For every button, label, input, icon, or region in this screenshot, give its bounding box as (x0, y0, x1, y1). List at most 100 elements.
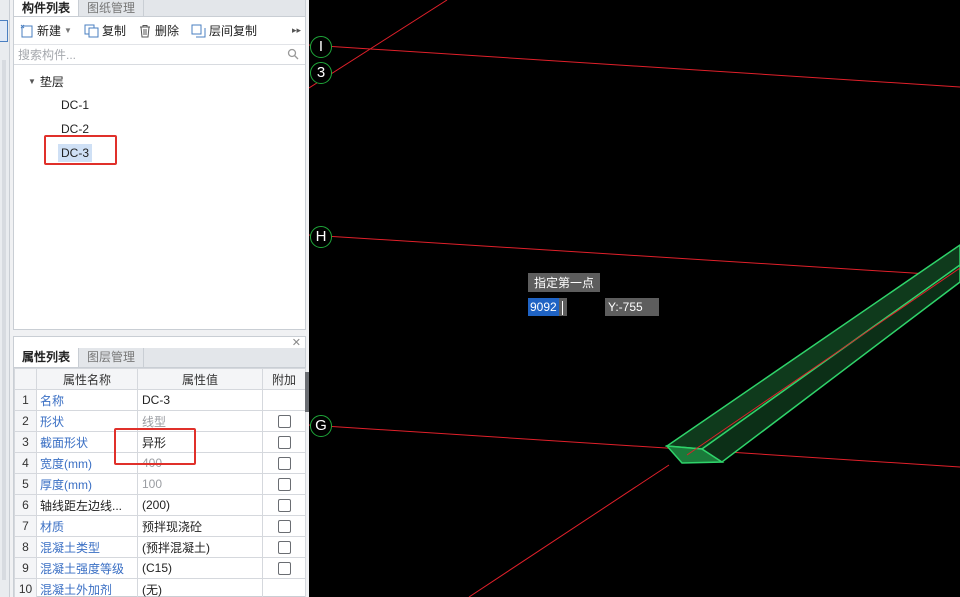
row-extra (262, 578, 306, 597)
row-num: 5 (14, 473, 37, 495)
table-row[interactable]: 8 混凝土类型 (预拌混凝土) (14, 536, 306, 558)
axis-label-h: H (310, 226, 332, 248)
cushion-element[interactable] (664, 244, 960, 464)
checkbox[interactable] (277, 499, 291, 513)
dock-tab[interactable] (0, 20, 8, 42)
delete-label: 删除 (154, 24, 179, 38)
checkbox[interactable] (277, 520, 291, 534)
row-extra (262, 515, 306, 537)
floor-copy-icon (191, 24, 206, 37)
axis-label-g: G (310, 415, 332, 437)
floor-copy-button[interactable]: 层间复制 (191, 22, 257, 39)
dock-bar (2, 60, 6, 580)
tab-property-list[interactable]: 属性列表 (14, 348, 80, 367)
component-list-pane: 构件列表 图纸管理 新建 ▼ 复制 删除 层间复制 ▸▸ 搜索构件... ▼ 垫… (13, 0, 306, 330)
cad-viewport[interactable]: I 3 H G 指定第一点 9092 Y:-755 (309, 0, 960, 597)
copy-label: 复制 (101, 24, 126, 38)
row-value[interactable]: DC-3 (137, 389, 263, 411)
property-list-pane: ✕ 属性列表 图层管理 属性名称 属性值 附加 1 名称 DC-3 2 形状 线… (13, 336, 306, 597)
component-toolbar: 新建 ▼ 复制 删除 层间复制 ▸▸ (14, 17, 305, 45)
tree-node-label: 垫层 (39, 74, 64, 89)
axis-label-i: I (310, 36, 332, 58)
row-extra (262, 536, 306, 558)
row-extra (262, 452, 306, 474)
row-name: 轴线距左边线... (36, 494, 138, 516)
row-num: 4 (14, 452, 37, 474)
row-value[interactable]: 预拌现浇砼 (137, 515, 263, 537)
row-extra (262, 473, 306, 495)
row-num: 8 (14, 536, 37, 558)
row-name: 材质 (36, 515, 138, 537)
table-row[interactable]: 10 混凝土外加剂 (无) (14, 578, 306, 597)
tab-drawing-management[interactable]: 图纸管理 (79, 0, 145, 16)
row-value[interactable]: 100 (137, 473, 263, 495)
delete-button[interactable]: 删除 (138, 22, 179, 39)
table-row[interactable]: 5 厚度(mm) 100 (14, 473, 306, 495)
row-name: 厚度(mm) (36, 473, 138, 495)
checkbox[interactable] (277, 478, 291, 492)
highlight-box (44, 135, 117, 165)
caret-down-icon[interactable]: ▼ (28, 77, 36, 86)
row-value[interactable]: (C15) (137, 557, 263, 579)
y-coordinate-input[interactable]: Y:-755 (605, 298, 659, 316)
header-extra: 附加 (262, 368, 306, 390)
row-name: 混凝土外加剂 (36, 578, 138, 597)
axis-label-3: 3 (310, 62, 332, 84)
new-icon (20, 24, 33, 37)
tab-layer-management[interactable]: 图层管理 (79, 348, 145, 367)
component-search (14, 45, 305, 65)
tree-node-cushion[interactable]: ▼ 垫层 (14, 69, 305, 93)
grid-line-diagonal-bottom (468, 464, 670, 597)
row-num: 6 (14, 494, 37, 516)
component-tabs: 构件列表 图纸管理 (14, 0, 305, 17)
row-num: 3 (14, 431, 37, 453)
table-row[interactable]: 9 混凝土强度等级 (C15) (14, 557, 306, 579)
copy-icon (84, 24, 99, 37)
floor-copy-label: 层间复制 (208, 24, 257, 38)
row-num: 2 (14, 410, 37, 432)
row-name: 名称 (36, 389, 138, 411)
toolbar-overflow-icon[interactable]: ▸▸ (292, 25, 301, 36)
row-extra (262, 431, 306, 453)
tab-component-list[interactable]: 构件列表 (14, 0, 80, 16)
search-icon[interactable] (287, 48, 299, 60)
table-header: 属性名称 属性值 附加 (14, 368, 306, 390)
trash-icon (139, 24, 150, 37)
copy-button[interactable]: 复制 (84, 22, 126, 39)
tree-item-dc1[interactable]: DC-1 (14, 93, 305, 117)
x-coordinate-value: 9092 (528, 298, 559, 316)
table-row[interactable]: 6 轴线距左边线... (200) (14, 494, 306, 516)
row-extra (262, 494, 306, 516)
row-num: 10 (14, 578, 37, 597)
row-num: 7 (14, 515, 37, 537)
command-prompt: 指定第一点 (528, 273, 601, 292)
search-input[interactable] (14, 45, 305, 64)
row-extra (262, 557, 306, 579)
highlight-box (114, 428, 196, 465)
header-num (14, 368, 37, 390)
chevron-down-icon[interactable]: ▼ (64, 26, 72, 35)
checkbox[interactable] (277, 436, 291, 450)
row-num: 9 (14, 557, 37, 579)
close-icon[interactable]: ✕ (292, 336, 301, 349)
grid-line-h (309, 234, 960, 277)
grid-line-i (309, 44, 960, 88)
left-panel: 构件列表 图纸管理 新建 ▼ 复制 删除 层间复制 ▸▸ 搜索构件... ▼ 垫… (10, 0, 309, 597)
table-row[interactable]: 7 材质 预拌现浇砼 (14, 515, 306, 537)
row-value[interactable]: (200) (137, 494, 263, 516)
checkbox[interactable] (277, 415, 291, 429)
checkbox[interactable] (277, 562, 291, 576)
row-value[interactable]: (预拌混凝土) (137, 536, 263, 558)
new-label: 新建 (37, 24, 62, 38)
row-num: 1 (14, 389, 37, 411)
x-coordinate-input[interactable]: 9092 (528, 298, 567, 316)
new-button[interactable]: 新建 ▼ (20, 22, 72, 39)
header-name: 属性名称 (36, 368, 138, 390)
row-value[interactable]: (无) (137, 578, 263, 597)
checkbox[interactable] (277, 457, 291, 471)
checkbox[interactable] (277, 541, 291, 555)
property-tabs: 属性列表 图层管理 (14, 348, 305, 368)
row-name: 混凝土类型 (36, 536, 138, 558)
header-value: 属性值 (137, 368, 263, 390)
table-row[interactable]: 1 名称 DC-3 (14, 389, 306, 411)
